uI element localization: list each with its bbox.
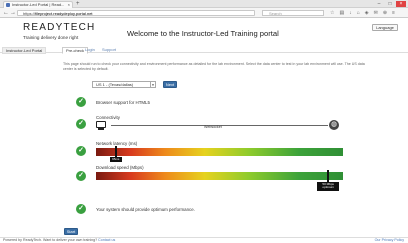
chevron-down-icon: ▼ [150,82,155,88]
close-window-icon[interactable]: × [396,1,406,7]
download-check-icon: ✓ [76,171,86,181]
pocket-icon[interactable]: ⊕ [383,9,387,17]
minimize-icon[interactable]: – [374,1,384,7]
connectivity-check-icon: ✓ [76,119,86,129]
tab-title: Instructor-Led Portal | Read... [12,2,65,7]
datacenter-value: US 1 - (Texas/dallas) [96,82,134,87]
language-button[interactable]: Language [372,24,398,31]
browser-search-input[interactable]: Search [262,10,324,16]
intro-text: This page should run to check your conne… [63,62,365,71]
tab-support[interactable]: Support [99,47,119,54]
next-button[interactable]: Next [163,81,177,88]
reading-icon[interactable]: ▤ [339,9,344,17]
connectivity-label: Connectivity [96,115,120,120]
home-icon[interactable]: ⌂ [357,9,360,17]
forward-icon[interactable]: → [10,9,16,17]
shield-icon[interactable]: ◈ [365,9,369,17]
address-bar[interactable]: https://fileproject.readydeploy.portal.n… [17,10,255,16]
download-bar [96,172,343,180]
result-check-icon: ✓ [76,204,86,214]
latency-check-icon: ✓ [76,146,86,156]
download-icon[interactable]: ↓ [349,9,352,17]
page-title: Welcome to the Instructor-Led Training p… [127,29,279,38]
download-value: 50 Mbps optimum [317,182,340,191]
privacy-link[interactable]: Our Privacy Policy [375,238,404,243]
browser-tab[interactable]: Instructor-Led Portal | Read... × [3,1,73,8]
url-prefix: https:// [23,11,36,16]
html5-check-icon: ✓ [76,97,86,107]
monitor-icon [96,121,106,128]
latency-bar [96,148,343,156]
html5-label: Browser support for HTML5 [96,100,150,105]
start-button[interactable]: Start [64,228,78,235]
maximize-icon[interactable]: □ [385,1,395,7]
url-host: fileproject.readydeploy.portal.net [35,11,93,16]
toolbar-icons: ☆ ▤ ↓ ⌂ ◈ ✉ ⊕ ≡ [330,9,395,17]
contact-link[interactable]: Contact us [98,238,115,242]
download-label: Download speed (Mbps) [96,165,144,170]
menu-icon[interactable]: ≡ [392,9,395,17]
result-text: Your system should provide optimum perfo… [96,207,195,212]
footer-powered: Powered by ReadyTech. Want to deliver yo… [3,238,98,242]
window-controls: – □ × [374,1,406,7]
globe-icon: ◍ [329,120,339,130]
star-icon[interactable]: ☆ [330,9,334,17]
logo: READYTECH [23,22,96,33]
monitor-stand [98,128,104,130]
tagline: Training delivery done right [23,35,79,40]
new-tab-icon[interactable]: + [76,1,80,7]
search-placeholder: Search [269,11,282,16]
connectivity-status: Websocket [204,125,222,129]
datacenter-select[interactable]: US 1 - (Texas/dallas) ▼ [92,81,156,88]
tab-instructor-led-portal[interactable]: Instructor-Led Portal [2,47,47,54]
back-icon[interactable]: ← [3,9,9,17]
tab-login[interactable]: Login [82,47,98,54]
chat-icon[interactable]: ✉ [374,9,378,17]
download-marker [327,170,330,182]
latency-value: 65ms [109,157,122,163]
favicon-icon [6,3,10,7]
footer: Powered by ReadyTech. Want to deliver yo… [0,237,408,242]
